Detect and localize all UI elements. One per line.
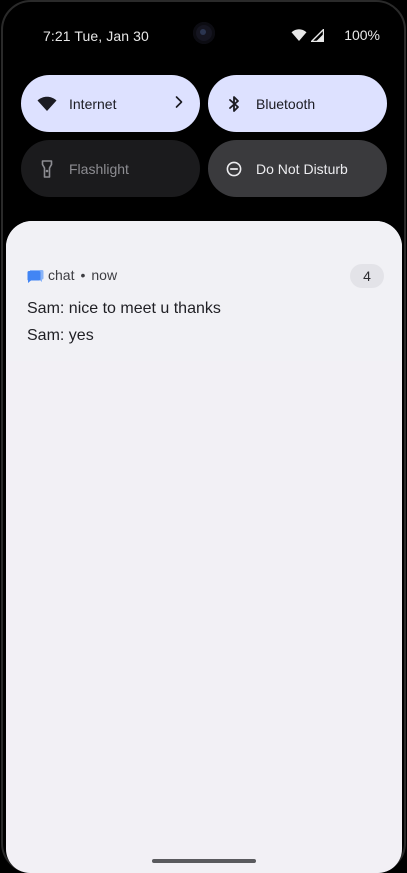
home-gesture-bar[interactable]	[152, 859, 256, 863]
flashlight-icon	[37, 159, 57, 179]
tile-dnd-label: Do Not Disturb	[256, 160, 348, 177]
phone-screen: 7:21 Tue, Jan 30 100% Internet Bluetooth…	[0, 0, 407, 873]
notification-message: Sam: nice to meet u thanks	[27, 300, 221, 317]
chevron-right-icon[interactable]	[174, 95, 184, 112]
notification-header: chat • now	[48, 267, 117, 283]
battery-percent: 100%	[344, 27, 380, 43]
notification-message: Sam: yes	[27, 327, 94, 344]
chat-notification[interactable]: chat • now 4 Sam: nice to meet u thanks …	[6, 221, 402, 361]
chat-app-icon	[26, 267, 44, 285]
tile-internet-label: Internet	[69, 95, 117, 112]
status-icons: 100%	[291, 27, 380, 43]
notification-app-name: chat	[48, 267, 75, 283]
tile-internet[interactable]: Internet	[21, 75, 200, 132]
wifi-icon	[291, 28, 307, 42]
tile-bluetooth-label: Bluetooth	[256, 95, 316, 112]
notification-time: now	[91, 267, 118, 283]
tile-flashlight[interactable]: Flashlight	[21, 140, 200, 197]
tile-do-not-disturb[interactable]: Do Not Disturb	[208, 140, 387, 197]
tile-flashlight-label: Flashlight	[69, 160, 129, 177]
front-camera	[193, 22, 215, 44]
notification-shade: chat • now 4 Sam: nice to meet u thanks …	[6, 221, 402, 873]
status-time-date: 7:21 Tue, Jan 30	[43, 28, 149, 44]
dnd-icon	[224, 159, 244, 179]
notification-count-badge[interactable]: 4	[350, 264, 384, 288]
tile-bluetooth[interactable]: Bluetooth	[208, 75, 387, 132]
bluetooth-icon	[224, 94, 244, 114]
header-separator: •	[80, 267, 86, 283]
cellular-signal-icon	[311, 28, 325, 42]
wifi-icon	[37, 94, 57, 114]
